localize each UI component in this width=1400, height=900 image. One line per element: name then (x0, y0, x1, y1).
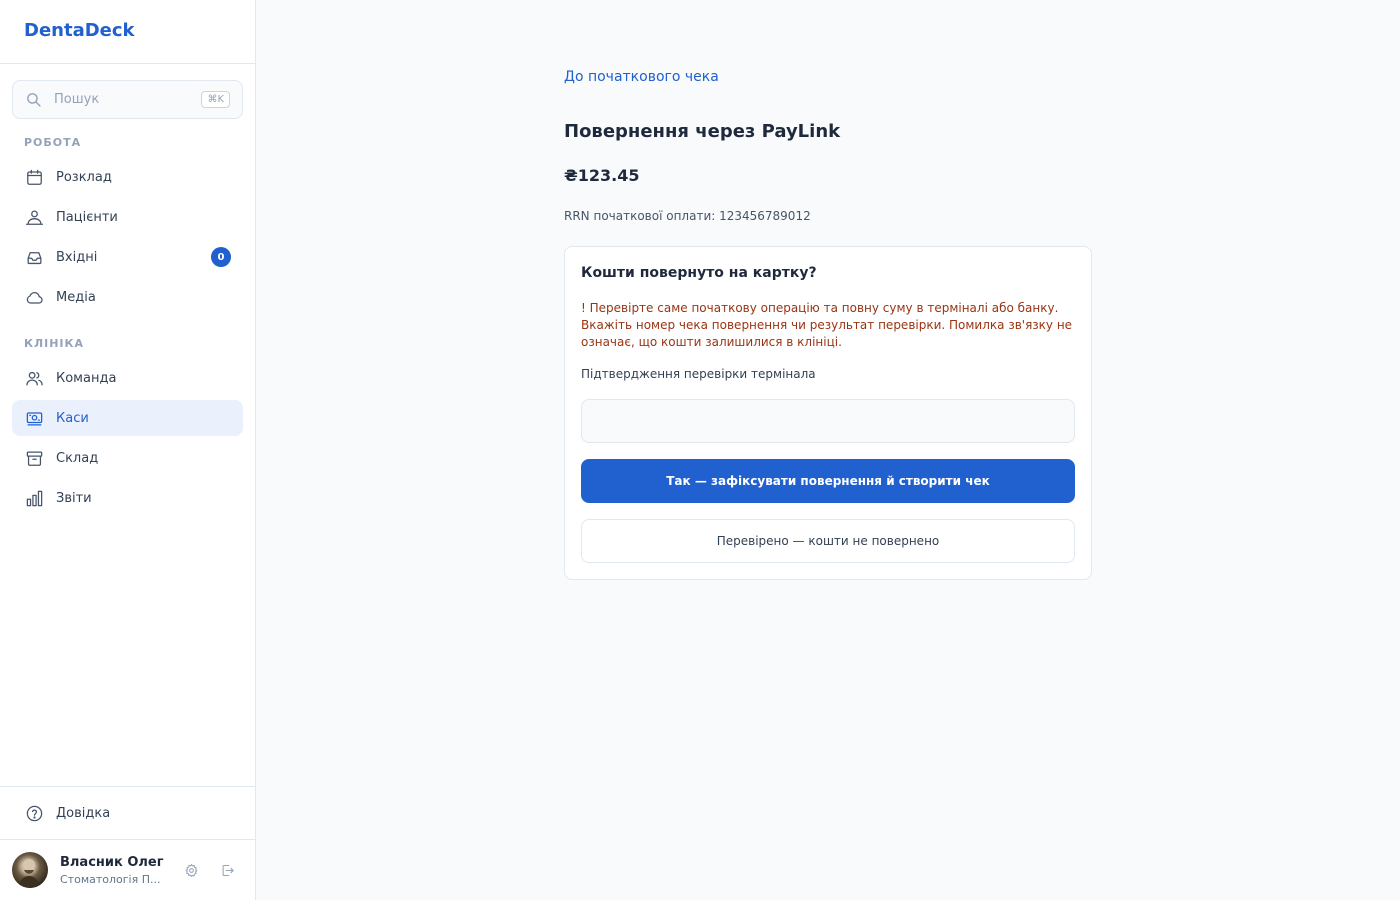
sidebar-item-inbox[interactable]: Вхідні 0 (12, 239, 243, 275)
search-icon (27, 93, 41, 107)
search-shortcut: ⌘K (201, 91, 230, 108)
bar-chart-icon (24, 488, 44, 508)
user-profile: Власник Олег Стоматологія П... (12, 852, 244, 888)
cash-register-icon (24, 408, 44, 428)
user-name: Власник Олег (60, 854, 164, 870)
cloud-icon (24, 287, 44, 307)
sidebar-item-label: Розклад (56, 169, 112, 185)
sidebar-item-label: Вхідні (56, 249, 98, 265)
search-placeholder: Пошук (54, 92, 100, 107)
not-refunded-button[interactable]: Перевірено — кошти не повернено (581, 519, 1075, 563)
archive-icon (24, 448, 44, 468)
sidebar-item-media[interactable]: Медіа (12, 279, 243, 315)
user-clinic: Стоматологія П... (60, 872, 161, 886)
sidebar: DentaDeck Пошук ⌘K РОБОТА Розклад Пацієн… (0, 0, 256, 900)
calendar-icon (24, 167, 44, 187)
section-label-clinic: КЛІНІКА (24, 337, 85, 350)
sidebar-item-schedule[interactable]: Розклад (12, 159, 243, 195)
terminal-check-label: Підтвердження перевірки термінала (581, 367, 816, 381)
help-circle-icon (24, 803, 44, 823)
team-icon (24, 368, 44, 388)
sidebar-item-cash-registers[interactable]: Каси (12, 400, 243, 436)
inbox-count-badge: 0 (211, 247, 231, 267)
inbox-icon (24, 247, 44, 267)
patients-icon (24, 207, 44, 227)
section-label-work: РОБОТА (24, 136, 82, 149)
sidebar-item-team[interactable]: Команда (12, 360, 243, 396)
sidebar-item-label: Медіа (56, 289, 96, 305)
card-title: Кошти повернуто на картку? (581, 265, 817, 281)
brand-logo[interactable]: DentaDeck (0, 0, 255, 64)
sidebar-item-reports[interactable]: Звіти (12, 480, 243, 516)
sidebar-item-label: Склад (56, 450, 99, 466)
sidebar-item-patients[interactable]: Пацієнти (12, 199, 243, 235)
sidebar-item-label: Довідка (56, 805, 111, 821)
refund-confirmation-card: Кошти повернуто на картку? ! Перевірте с… (564, 246, 1092, 580)
sidebar-item-label: Пацієнти (56, 209, 118, 225)
sidebar-item-warehouse[interactable]: Склад (12, 440, 243, 476)
refund-amount: ₴123.45 (564, 166, 640, 185)
logout-icon[interactable] (218, 861, 236, 879)
original-payment-rrn: RRN початкової оплати: 123456789012 (564, 209, 811, 223)
warning-message: ! Перевірте саме початкову операцію та п… (581, 301, 1073, 349)
confirm-refund-button[interactable]: Так — зафіксувати повернення й створити … (581, 459, 1075, 503)
page-title: Повернення через PayLink (564, 121, 841, 142)
back-to-original-receipt-link[interactable]: До початкового чека (564, 69, 719, 85)
user-divider (0, 839, 256, 840)
search-input[interactable]: Пошук ⌘K (12, 80, 243, 119)
sidebar-item-label: Каси (56, 410, 89, 426)
avatar[interactable] (12, 852, 48, 888)
gear-icon[interactable] (182, 861, 200, 879)
sidebar-item-label: Звіти (56, 490, 92, 506)
terminal-check-input[interactable] (581, 399, 1075, 443)
help-divider (0, 786, 256, 787)
sidebar-item-label: Команда (56, 370, 117, 386)
sidebar-item-help[interactable]: Довідка (12, 795, 243, 831)
